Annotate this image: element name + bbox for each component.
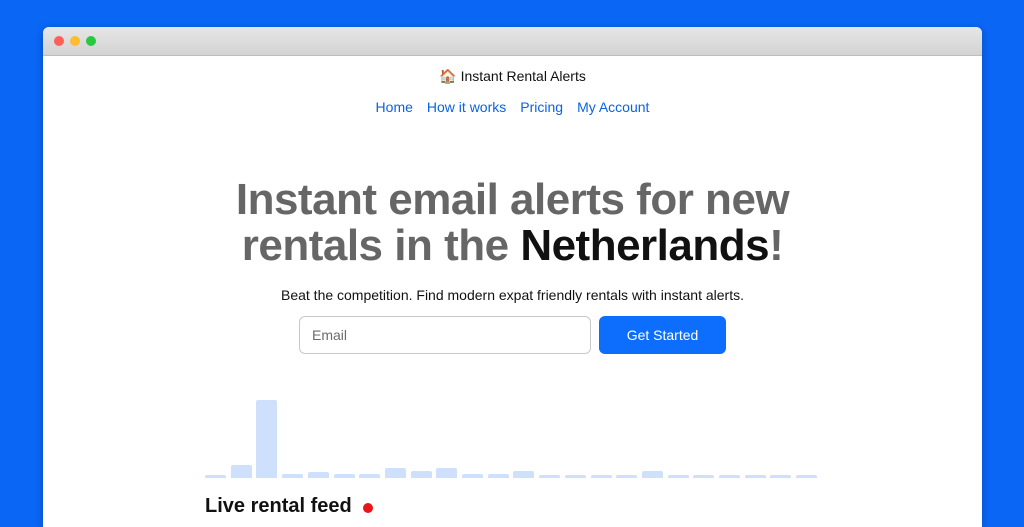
activity-bar <box>205 474 226 478</box>
activity-bar <box>436 467 458 478</box>
get-started-button[interactable]: Get Started <box>599 316 726 354</box>
activity-bar <box>616 474 638 478</box>
site-title[interactable]: 🏠 Instant Rental Alerts <box>43 68 982 85</box>
live-feed-heading: Live rental feed <box>205 495 352 517</box>
nav-my-account-link[interactable]: My Account <box>577 99 649 115</box>
activity-bar <box>693 474 715 478</box>
activity-bar <box>384 467 406 478</box>
activity-bar <box>641 470 663 478</box>
activity-bar <box>667 474 689 478</box>
activity-bar <box>333 474 355 478</box>
activity-bar <box>796 474 818 478</box>
close-window-icon[interactable] <box>54 36 64 46</box>
main-nav: Home How it works Pricing My Account <box>43 99 982 115</box>
activity-bar <box>256 400 278 478</box>
activity-bar <box>282 474 304 478</box>
nav-pricing-link[interactable]: Pricing <box>520 99 563 115</box>
activity-bar <box>410 470 432 478</box>
site-title-text: Instant Rental Alerts <box>460 68 586 84</box>
hero-line-1: Instant email alerts for new <box>235 175 790 224</box>
maximize-window-icon[interactable] <box>86 36 96 46</box>
activity-bar <box>719 474 740 478</box>
minimize-window-icon[interactable] <box>70 36 80 46</box>
activity-bar <box>307 471 329 478</box>
activity-bar <box>487 474 509 478</box>
browser-window: 🏠 Instant Rental Alerts Home How it works… <box>43 27 982 527</box>
activity-bar <box>590 474 612 478</box>
hero-headline: Instant email alerts for new rentals in … <box>43 177 982 269</box>
hero-line-2-suffix: ! <box>769 221 784 270</box>
activity-bar <box>513 470 535 478</box>
activity-bar <box>230 464 252 478</box>
activity-bar <box>564 474 586 478</box>
activity-bar <box>539 474 561 478</box>
hero-line-2-prefix: rentals in the <box>241 221 521 270</box>
activity-bar <box>770 474 792 478</box>
hero-subtitle: Beat the competition. Find modern expat … <box>280 287 744 303</box>
house-icon: 🏠 <box>439 68 457 84</box>
email-input[interactable] <box>299 316 591 354</box>
listing-activity-chart <box>205 392 822 478</box>
window-titlebar <box>43 27 982 56</box>
activity-bar <box>359 474 381 478</box>
nav-home-link[interactable]: Home <box>376 99 413 115</box>
activity-bar <box>462 474 483 478</box>
nav-how-it-works-link[interactable]: How it works <box>427 99 506 115</box>
activity-bar <box>744 474 766 478</box>
hero-country: Netherlands <box>520 221 770 270</box>
